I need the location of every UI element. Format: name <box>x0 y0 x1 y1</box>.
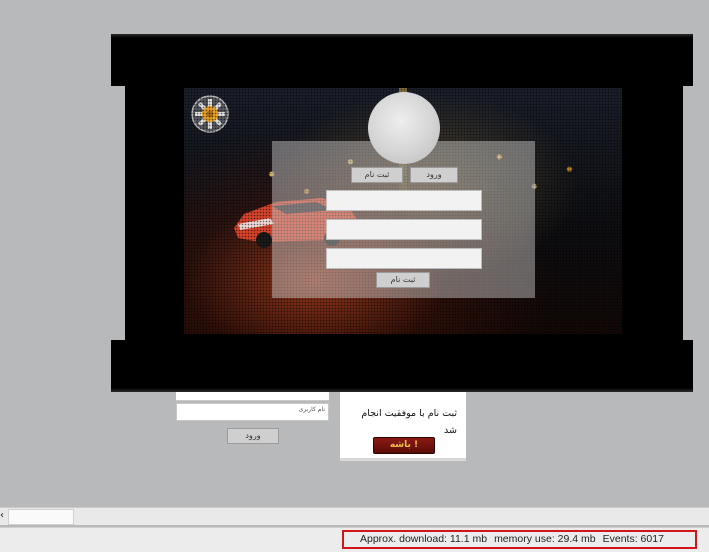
tab-login[interactable]: ورود <box>410 167 458 183</box>
stats-box: Approx. download: 11.1 mb memory use: 29.… <box>342 530 697 549</box>
email-field[interactable] <box>326 248 482 269</box>
scrollbar-thumb[interactable] <box>8 509 74 525</box>
ok-button[interactable]: باشه ! <box>373 437 435 454</box>
memory-stat: memory use: 29.4 mb <box>494 533 596 545</box>
status-bar: Approx. download: 11.1 mb memory use: 29.… <box>0 527 709 552</box>
download-stat: Approx. download: 11.1 mb <box>360 533 488 545</box>
register-button[interactable]: ثبت نام <box>376 272 430 288</box>
scroll-left-arrow-icon[interactable]: ‹ <box>0 508 8 525</box>
tab-register[interactable]: ثبت نام <box>351 167 403 183</box>
horizontal-scrollbar[interactable]: ‹ <box>0 507 709 525</box>
frame-top-edge <box>111 34 693 38</box>
background-login-button[interactable]: ورود <box>227 428 279 444</box>
background-username-input[interactable]: نام کاربری <box>176 403 329 421</box>
frame-left-notch <box>111 86 125 340</box>
success-card: ثبت نام با موفقیت انجام شد باشه ! <box>340 392 466 461</box>
avatar <box>368 92 440 164</box>
password-field[interactable] <box>326 219 482 240</box>
username-field[interactable] <box>326 190 482 211</box>
success-message: ثبت نام با موفقیت انجام شد <box>361 408 457 436</box>
frame-right-notch <box>683 86 693 340</box>
background-input-top <box>176 392 329 401</box>
events-stat: Events: 6017 <box>602 533 664 545</box>
